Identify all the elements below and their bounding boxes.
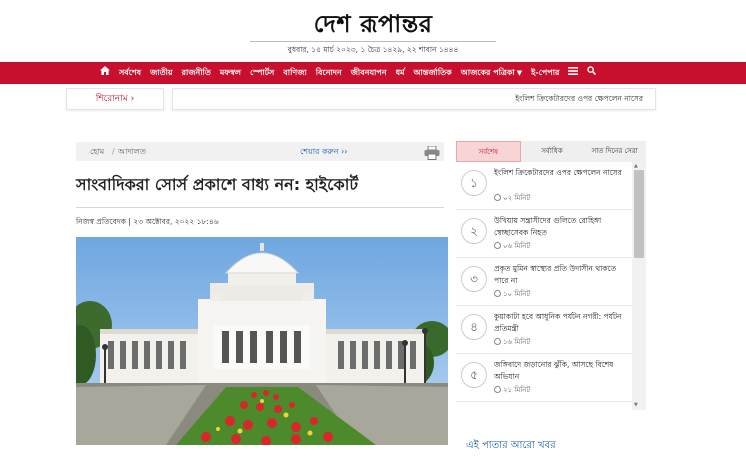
nav-item-todays-paper[interactable]: আজকের পত্রিকা ▼ xyxy=(461,62,522,84)
nav-item-latest[interactable]: সর্বশেষ xyxy=(119,62,141,84)
print-icon[interactable] xyxy=(424,145,440,160)
article-headline: সাংবাদিকরা সোর্স প্রকাশে বাধ্য নন: হাইকো… xyxy=(76,175,359,194)
nav-item-national[interactable]: জাতীয় xyxy=(150,62,172,84)
clock-icon xyxy=(494,194,501,201)
list-item-time: ০৬ মিনিট xyxy=(494,240,530,252)
rank-number: ১ xyxy=(461,170,487,196)
share-button[interactable]: শেয়ার করুন ›› xyxy=(300,142,347,161)
list-item[interactable]: ৩ প্রকৃত মুমিন স্বাস্থ্যের প্রতি উদাসীন … xyxy=(456,258,632,306)
sidebar-tabs: সর্বশেষ সর্বাধিক সাত দিনের সেরা xyxy=(456,141,646,162)
scrollbar-thumb[interactable] xyxy=(634,170,644,258)
list-item-time: ২১ মিনিট xyxy=(494,384,530,396)
list-item-title[interactable]: উখিয়ায় সন্ত্রাসীদের গুলিতে রোহিঙ্গা স্… xyxy=(494,215,626,239)
list-item[interactable]: ২ উখিয়ায় সন্ত্রাসীদের গুলিতে রোহিঙ্গা … xyxy=(456,210,632,258)
nav-item-epaper[interactable]: ই-পেপার xyxy=(531,62,559,84)
headline-divider xyxy=(76,207,444,208)
article-byline: নিজস্ব প্রতিবেদক | ২৩ অক্টোবর, ২০২২ ১৮:৪… xyxy=(76,217,219,226)
tab-most-read[interactable]: সর্বাধিক xyxy=(521,141,584,162)
ticker-headline[interactable]: ইংলিশ ক্রিকেটারদের ওপর ক্ষেপলেন নাসের xyxy=(515,89,643,109)
list-item[interactable]: ৫ জঙ্গিবাদে জড়ানোর ঝুঁকি, আসছে বিশেষ অভ… xyxy=(456,354,632,402)
list-item-time: ১৬ মিনিট xyxy=(494,336,530,348)
rank-number: ৫ xyxy=(461,362,487,388)
logo-divider xyxy=(250,41,496,42)
scroll-down-icon[interactable]: ▼ xyxy=(634,402,638,408)
nav-item-international[interactable]: আন্তর্জাতিক xyxy=(414,62,452,84)
tab-week-best[interactable]: সাত দিনের সেরা xyxy=(583,141,646,162)
rank-number: ৩ xyxy=(461,266,487,292)
clock-icon xyxy=(494,338,501,345)
search-icon[interactable] xyxy=(587,62,597,84)
chevron-down-icon: ▼ xyxy=(516,69,523,77)
page: দেশ রূপান্তর বুধবার, ১৫ মার্চ ২০২৩, ১ চৈ… xyxy=(0,0,746,456)
breadcrumb: হোম / আদালত শেয়ার করুন ›› xyxy=(76,142,444,161)
clock-icon xyxy=(494,386,501,393)
breadcrumb-separator: / xyxy=(112,147,115,156)
latest-news-list: ১ ইংলিশ ক্রিকেটারদের ওপর ক্ষেপলেন নাসের … xyxy=(456,162,632,410)
list-item-title[interactable]: প্রকৃত মুমিন স্বাস্থ্যের প্রতি উদাসীন থা… xyxy=(494,263,626,287)
list-item-title[interactable]: ইংলিশ ক্রিকেটারদের ওপর ক্ষেপলেন নাসের xyxy=(494,167,626,179)
breadcrumb-home[interactable]: হোম xyxy=(90,142,104,161)
rank-number: ৪ xyxy=(461,314,487,340)
news-ticker: ইংলিশ ক্রিকেটারদের ওপর ক্ষেপলেন নাসের xyxy=(172,88,656,110)
clock-icon xyxy=(494,290,501,297)
nav-item-entertainment[interactable]: বিনোদন xyxy=(316,62,342,84)
nav-item-business[interactable]: বাণিজ্য xyxy=(283,62,306,84)
breadcrumb-category[interactable]: আদালত xyxy=(118,142,146,161)
masthead: দেশ রূপান্তর বুধবার, ১৫ মার্চ ২০২৩, ১ চৈ… xyxy=(0,0,746,62)
nav-item-lifestyle[interactable]: জীবনযাপন xyxy=(351,62,387,84)
main-navbar: সর্বশেষ জাতীয় রাজনীতি মফস্বল স্পোর্টস ব… xyxy=(0,62,746,84)
scroll-up-icon[interactable]: ▲ xyxy=(634,163,638,169)
nav-item-religion[interactable]: ধর্ম xyxy=(396,62,405,84)
list-item-title[interactable]: কুয়াকাটা হবে আধুনিক পর্যটন নগরী: পর্যটন… xyxy=(494,311,626,335)
list-item[interactable]: ৪ কুয়াকাটা হবে আধুনিক পর্যটন নগরী: পর্য… xyxy=(456,306,632,354)
list-item-time: ০২ মিনিট xyxy=(494,192,530,204)
headlines-label: শিরোনাম › xyxy=(66,88,164,110)
home-icon[interactable] xyxy=(100,62,110,84)
site-logo[interactable]: দেশ রূপান্তর xyxy=(0,6,746,46)
menu-icon[interactable] xyxy=(568,62,579,84)
nav-item-mofoshol[interactable]: মফস্বল xyxy=(220,62,241,84)
list-item-title[interactable]: জঙ্গিবাদে জড়ানোর ঝুঁকি, আসছে বিশেষ অভিয… xyxy=(494,359,626,383)
date-line: বুধবার, ১৫ মার্চ ২০২৩, ১ চৈত্র ১৪২৯, ২২ … xyxy=(287,45,459,54)
nav-item-politics[interactable]: রাজনীতি xyxy=(182,62,211,84)
rank-number: ২ xyxy=(461,218,487,244)
clock-icon xyxy=(494,242,501,249)
list-item[interactable]: ১ ইংলিশ ক্রিকেটারদের ওপর ক্ষেপলেন নাসের … xyxy=(456,162,632,210)
tab-latest[interactable]: সর্বশেষ xyxy=(456,141,521,162)
nav-item-sports[interactable]: স্পোর্টস xyxy=(250,62,274,84)
article-photo xyxy=(76,237,448,445)
list-item-time: ১০ মিনিট xyxy=(494,288,530,300)
more-news-link[interactable]: এই পাতার আরো খবর xyxy=(466,438,556,455)
